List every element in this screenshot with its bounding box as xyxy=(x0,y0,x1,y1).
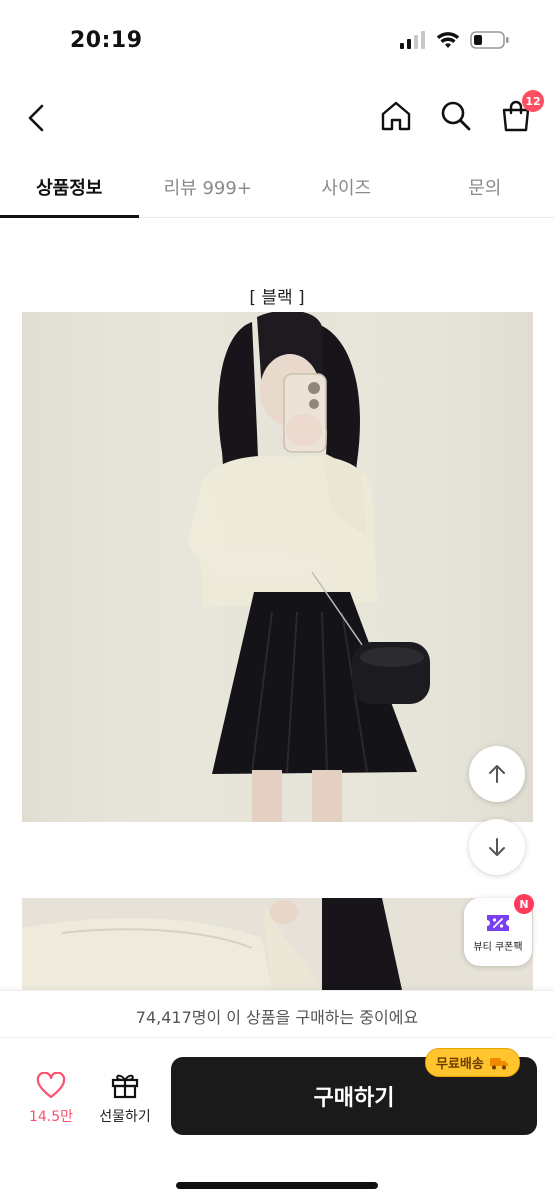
battery-icon xyxy=(470,31,509,49)
bottom-action-bar: 14.5만 선물하기 구매하기 무료배송 xyxy=(0,1038,554,1200)
home-indicator xyxy=(176,1182,378,1189)
home-button[interactable] xyxy=(376,96,416,136)
back-icon xyxy=(28,104,44,132)
product-photo-second xyxy=(22,898,533,990)
back-button[interactable] xyxy=(18,98,58,138)
heart-icon xyxy=(36,1071,66,1099)
product-photo-second-illustration xyxy=(22,898,533,990)
like-count: 14.5만 xyxy=(28,1109,74,1125)
signal-icon xyxy=(400,31,425,49)
beauty-coupon-button[interactable]: N 뷰티 쿠폰팩 xyxy=(464,894,534,966)
product-tabs: 상품정보 리뷰 999+ 사이즈 문의 xyxy=(0,160,554,218)
new-badge: N xyxy=(514,894,534,914)
arrow-up-icon xyxy=(489,765,505,783)
truck-icon xyxy=(489,1057,508,1069)
tab-reviews[interactable]: 리뷰 999+ xyxy=(139,160,278,217)
cart-count-badge: 12 xyxy=(522,90,544,112)
status-time: 20:19 xyxy=(70,28,143,53)
color-caption: [ 블랙 ] xyxy=(249,288,305,308)
like-button[interactable]: 14.5만 xyxy=(22,1071,80,1126)
tab-size[interactable]: 사이즈 xyxy=(277,160,416,217)
scroll-up-button[interactable] xyxy=(469,746,525,802)
free-shipping-badge: 무료배송 xyxy=(425,1048,520,1077)
gift-label: 선물하기 xyxy=(99,1109,151,1125)
gift-button[interactable]: 선물하기 xyxy=(92,1070,158,1126)
product-photo-illustration xyxy=(22,312,533,822)
search-button[interactable] xyxy=(436,96,476,136)
wifi-icon xyxy=(436,32,460,48)
purchase-notice: 74,417명이 이 상품을 구매하는 중이에요 xyxy=(0,990,554,1038)
search-icon xyxy=(441,101,471,131)
coupon-icon xyxy=(487,914,509,931)
coupon-label: 뷰티 쿠폰팩 xyxy=(473,941,523,953)
scroll-down-button[interactable] xyxy=(469,819,525,875)
nav-actions: 12 xyxy=(376,90,544,136)
product-photo xyxy=(22,312,533,822)
tab-inquiry[interactable]: 문의 xyxy=(416,160,554,217)
status-bar: 20:19 xyxy=(0,0,554,80)
status-icons xyxy=(400,30,510,50)
free-shipping-label: 무료배송 xyxy=(436,1057,484,1072)
home-icon xyxy=(381,101,411,131)
gift-icon xyxy=(111,1074,139,1099)
buy-label: 구매하기 xyxy=(313,1086,395,1111)
cart-button[interactable]: 12 xyxy=(496,90,544,136)
tab-product-info[interactable]: 상품정보 xyxy=(0,160,139,218)
arrow-down-icon xyxy=(489,838,505,856)
nav-header: 12 xyxy=(0,88,554,148)
